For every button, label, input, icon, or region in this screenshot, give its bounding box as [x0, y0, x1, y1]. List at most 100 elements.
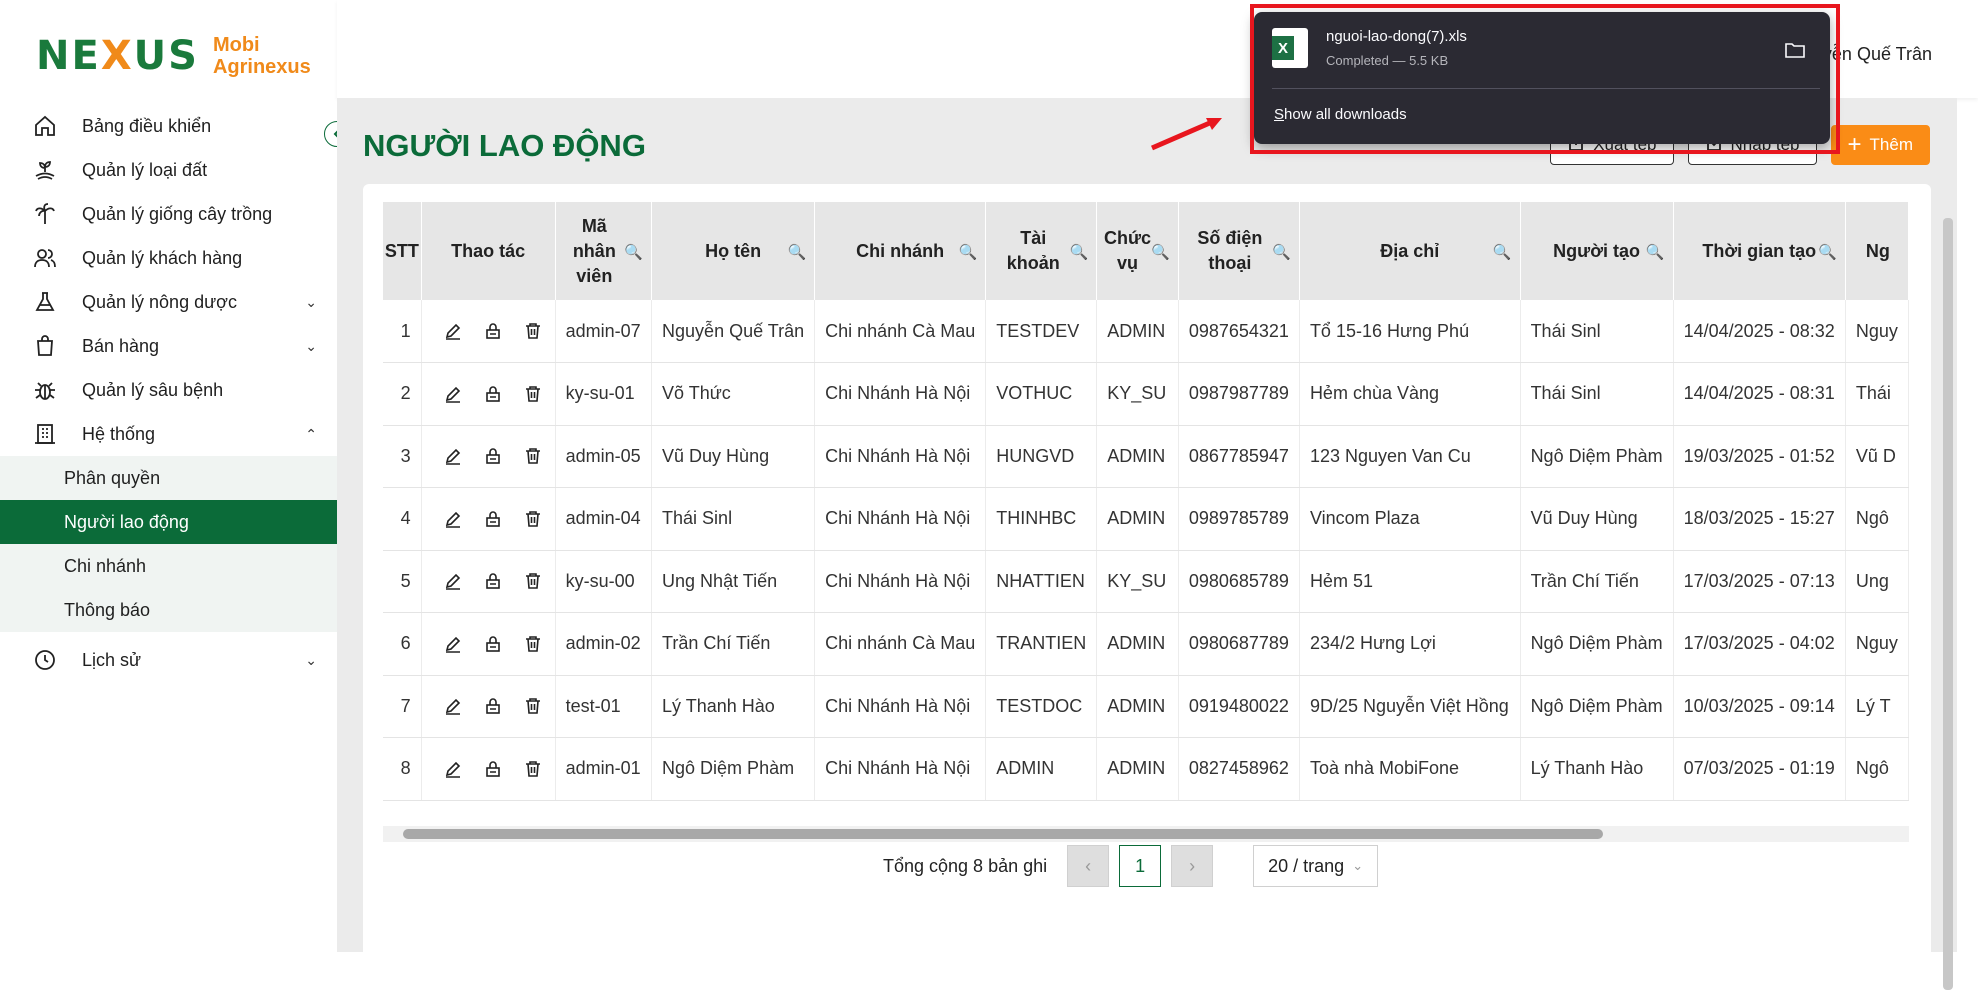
add-button[interactable]: + Thêm	[1830, 125, 1930, 165]
sidebar-item-branches[interactable]: Chi nhánh	[0, 544, 337, 588]
position: ADMIN	[1096, 612, 1179, 676]
table-row[interactable]: 7 test-01 Lý Thanh Hào Chi Nhánh Hà Nội TEST…	[383, 675, 1909, 738]
row-actions	[421, 487, 556, 551]
sidebar-item-pests[interactable]: Quản lý sâu bệnh	[0, 368, 337, 412]
page-number[interactable]: 1	[1119, 845, 1162, 887]
position: ADMIN	[1096, 737, 1179, 801]
vertical-scrollbar[interactable]	[1943, 218, 1953, 990]
trash-icon[interactable]	[524, 510, 542, 528]
table-row[interactable]: 6 admin-02 Trần Chí Tiến Chi nhánh Cà Mau TR…	[383, 612, 1909, 676]
trash-icon[interactable]	[524, 322, 542, 340]
sidebar-item-workers[interactable]: Người lao động	[0, 500, 337, 544]
lock-icon[interactable]	[484, 510, 502, 528]
pagination: Tổng cộng 8 bản ghi ‹ 1 › 20 / trang ⌄	[883, 844, 1379, 888]
trash-icon[interactable]	[524, 760, 542, 778]
next-page-button[interactable]: ›	[1171, 845, 1214, 887]
position: KY_SU	[1096, 362, 1179, 426]
search-icon[interactable]: 🔍	[1493, 240, 1512, 265]
table-row[interactable]: 5 ky-su-00 Ung Nhật Tiến Chi Nhánh Hà Nội NH…	[383, 550, 1909, 613]
table-row[interactable]: 1 admin-07 Nguyễn Quế Trân Chi nhánh Cà Mau…	[383, 300, 1909, 363]
logo[interactable]: NEXUS Mobi Agrinexus	[36, 24, 311, 88]
search-icon[interactable]: 🔍	[1272, 240, 1291, 265]
address: Toà nhà MobiFone	[1299, 737, 1521, 801]
edit-icon[interactable]	[444, 385, 462, 403]
search-icon[interactable]: 🔍	[624, 240, 643, 265]
sidebar-item-sales[interactable]: Bán hàng ⌄	[0, 324, 337, 368]
search-icon[interactable]: 🔍	[787, 240, 806, 265]
trash-icon[interactable]	[524, 572, 542, 590]
sidebar-item-notifications[interactable]: Thông báo	[0, 588, 337, 632]
lock-icon[interactable]	[484, 697, 502, 715]
search-icon[interactable]: 🔍	[1151, 240, 1170, 265]
main-content: NGƯỜI LAO ĐỘNG Xuất tệp Nhập tệp + Thêm …	[337, 98, 1957, 990]
page-size-select[interactable]: 20 / trang ⌄	[1253, 845, 1379, 887]
lock-icon[interactable]	[484, 635, 502, 653]
table-row[interactable]: 3 admin-05 Vũ Duy Hùng Chi Nhánh Hà Nội HUNG…	[383, 425, 1909, 488]
search-icon[interactable]: 🔍	[1818, 240, 1837, 265]
search-icon[interactable]: 🔍	[1646, 240, 1665, 265]
employee-code: admin-07	[555, 300, 653, 363]
lock-icon[interactable]	[484, 572, 502, 590]
created-by: Lý Thanh Hào	[1520, 737, 1674, 801]
row-actions	[421, 425, 556, 488]
sidebar-item-soil-types[interactable]: Quản lý loại đất	[0, 148, 337, 192]
sidebar-item-agrochemicals[interactable]: Quản lý nông dược ⌄	[0, 280, 337, 324]
column-header[interactable]: Địa chỉ 🔍	[1299, 202, 1521, 300]
annotation-highlight-box	[1250, 4, 1840, 154]
search-icon[interactable]: 🔍	[1070, 240, 1089, 265]
address: Hẻm 51	[1299, 550, 1521, 613]
column-header[interactable]: Chức vụ 🔍	[1096, 202, 1179, 300]
trash-icon[interactable]	[524, 385, 542, 403]
lock-icon[interactable]	[484, 447, 502, 465]
table-row[interactable]: 4 admin-04 Thái Sinl Chi Nhánh Hà Nội THINHB…	[383, 487, 1909, 551]
full-name: Thái Sinl	[651, 487, 816, 551]
lock-icon[interactable]	[484, 760, 502, 778]
column-header[interactable]: Tài khoản 🔍	[985, 202, 1098, 300]
scrollbar-thumb[interactable]	[403, 829, 1603, 839]
employee-code: admin-04	[555, 487, 653, 551]
column-header[interactable]: Số điện thoại 🔍	[1178, 202, 1300, 300]
edit-icon[interactable]	[444, 572, 462, 591]
edit-icon[interactable]	[444, 635, 462, 653]
full-name: Võ Thức	[651, 362, 816, 426]
column-header[interactable]: Thời gian tạo 🔍	[1673, 202, 1846, 300]
edit-icon[interactable]	[444, 760, 462, 778]
search-icon[interactable]: 🔍	[959, 240, 978, 265]
column-header[interactable]: Người tạo 🔍	[1520, 202, 1674, 300]
sidebar-item-permissions[interactable]: Phân quyền	[0, 456, 337, 500]
column-header: Ng	[1845, 202, 1909, 300]
full-name: Lý Thanh Hào	[651, 675, 816, 738]
column-header[interactable]: Mã nhân viên 🔍	[555, 202, 653, 300]
home-icon	[32, 113, 58, 139]
chevron-down-icon: ⌄	[1352, 858, 1364, 873]
phone: 0980687789	[1178, 612, 1300, 676]
sidebar-item-crop-varieties[interactable]: Quản lý giống cây trồng	[0, 192, 337, 236]
column-header[interactable]: Họ tên 🔍	[651, 202, 816, 300]
row-index: 2	[383, 362, 422, 426]
column-header[interactable]: Chi nhánh 🔍	[814, 202, 987, 300]
horizontal-scrollbar[interactable]	[383, 826, 1909, 842]
next-column: Ngô	[1845, 487, 1909, 551]
table-row[interactable]: 2 ky-su-01 Võ Thức Chi Nhánh Hà Nội VOTHUC KY…	[383, 362, 1909, 426]
phone: 0919480022	[1178, 675, 1300, 738]
table-row[interactable]: 8 admin-01 Ngô Diệm Phàm Chi Nhánh Hà Nội AD…	[383, 737, 1909, 801]
created-at: 17/03/2025 - 04:02	[1673, 612, 1846, 676]
edit-icon[interactable]	[444, 697, 462, 716]
sidebar-item-dashboard[interactable]: Bảng điều khiển	[0, 104, 337, 148]
lock-icon[interactable]	[484, 322, 502, 340]
edit-icon[interactable]	[444, 510, 462, 528]
address: 234/2 Hưng Lợi	[1299, 612, 1521, 676]
sidebar-item-customers[interactable]: Quản lý khách hàng	[0, 236, 337, 280]
edit-icon[interactable]	[444, 447, 462, 466]
sidebar-item-history[interactable]: Lịch sử ⌄	[0, 638, 337, 682]
sidebar-item-system[interactable]: Hệ thống ⌃	[0, 412, 337, 456]
trash-icon[interactable]	[524, 447, 542, 465]
next-column: Vũ D	[1845, 425, 1909, 488]
edit-icon[interactable]	[444, 322, 462, 340]
users-icon	[32, 245, 58, 271]
prev-page-button[interactable]: ‹	[1067, 845, 1110, 887]
lock-icon[interactable]	[484, 385, 502, 403]
trash-icon[interactable]	[524, 697, 542, 715]
page-title: NGƯỜI LAO ĐỘNG	[363, 128, 646, 163]
trash-icon[interactable]	[524, 635, 542, 653]
